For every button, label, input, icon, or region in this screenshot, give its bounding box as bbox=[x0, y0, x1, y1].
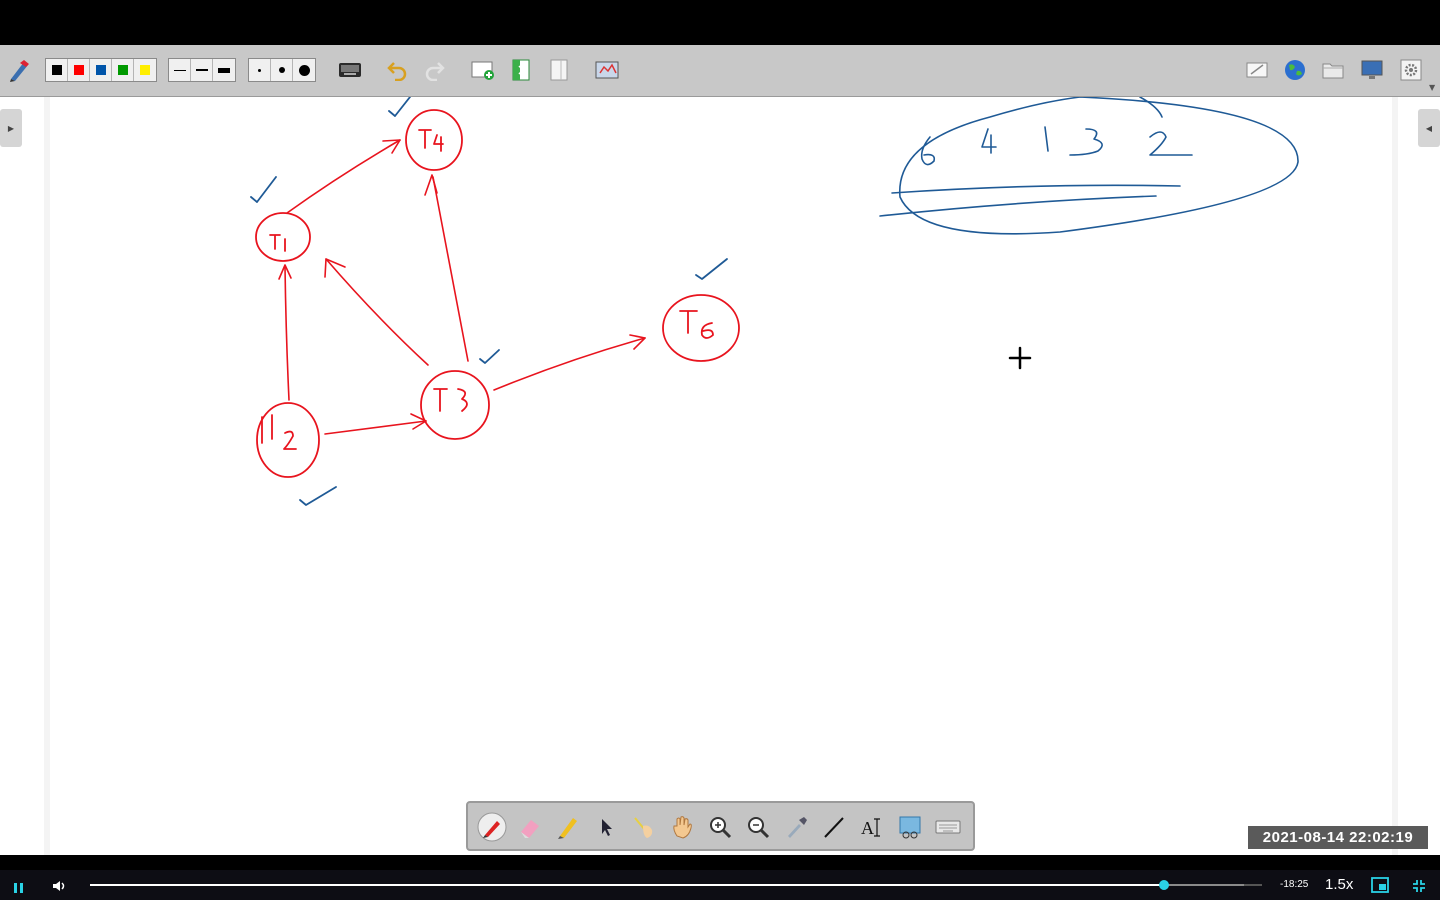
toolbar-more-caret-icon[interactable]: ▼ bbox=[1429, 83, 1435, 92]
globe-icon[interactable] bbox=[1280, 55, 1310, 85]
page-icon[interactable] bbox=[506, 55, 536, 85]
order-loop bbox=[899, 97, 1299, 235]
whiteboard-canvas[interactable]: ▶ ◀ bbox=[0, 97, 1440, 855]
played-range bbox=[90, 884, 1164, 886]
node-T6 bbox=[662, 294, 740, 362]
exit-fullscreen-icon bbox=[1413, 880, 1425, 892]
color-swatch-green[interactable] bbox=[112, 59, 134, 81]
highlighter-icon[interactable] bbox=[553, 812, 583, 842]
color-picker-icon[interactable] bbox=[781, 812, 811, 842]
dot-size-medium[interactable] bbox=[271, 59, 293, 81]
line-width-thin[interactable] bbox=[169, 59, 191, 81]
node-T2 bbox=[256, 402, 320, 478]
digit-4 bbox=[981, 128, 997, 154]
whiteboard-icon[interactable] bbox=[1242, 55, 1272, 85]
screen-icon[interactable] bbox=[1357, 55, 1387, 85]
edge-T3-T1 bbox=[325, 258, 429, 366]
check-T1 bbox=[250, 176, 277, 203]
line-width-thick[interactable] bbox=[213, 59, 235, 81]
keyboard-icon[interactable] bbox=[933, 812, 963, 842]
pause-icon bbox=[14, 883, 23, 893]
buffered-range bbox=[1163, 884, 1245, 886]
volume-icon bbox=[53, 881, 65, 891]
time-remaining: -18:25 bbox=[1280, 879, 1309, 890]
pen-icon[interactable] bbox=[477, 812, 507, 842]
digit-1 bbox=[1044, 126, 1049, 152]
color-palette bbox=[45, 58, 157, 82]
color-swatch-yellow[interactable] bbox=[134, 59, 156, 81]
line-icon[interactable] bbox=[819, 812, 849, 842]
screenshot-icon[interactable] bbox=[592, 55, 622, 85]
picture-in-picture-button[interactable] bbox=[1371, 877, 1389, 897]
pen-settings-icon[interactable] bbox=[4, 55, 34, 85]
playback-speed-button[interactable]: 1.5x bbox=[1325, 876, 1353, 893]
edge-T3-T4 bbox=[432, 176, 469, 362]
exit-fullscreen-button[interactable] bbox=[1412, 878, 1426, 897]
edge-T1-T4 bbox=[286, 139, 401, 214]
check-marks bbox=[250, 97, 728, 506]
zoom-out-icon[interactable] bbox=[743, 812, 773, 842]
check-T6 bbox=[695, 258, 728, 280]
recording-timestamp: 2021-08-14 22:02:19 bbox=[1248, 826, 1428, 849]
settings-icon[interactable] bbox=[1396, 55, 1426, 85]
check-T4 bbox=[388, 97, 411, 117]
dot-size-large[interactable] bbox=[293, 59, 315, 81]
digit-3 bbox=[1069, 128, 1103, 156]
digit-2 bbox=[1149, 131, 1193, 156]
edge-T2-T3 bbox=[324, 420, 427, 435]
pause-button[interactable] bbox=[13, 879, 25, 898]
color-swatch-blue[interactable] bbox=[90, 59, 112, 81]
underline-1 bbox=[891, 184, 1181, 194]
color-swatch-black[interactable] bbox=[46, 59, 68, 81]
whiteboard-toolbar: ▼ bbox=[0, 45, 1440, 97]
line-width-medium[interactable] bbox=[191, 59, 213, 81]
new-page-icon[interactable] bbox=[468, 55, 498, 85]
edge-T2-T1 bbox=[284, 266, 290, 401]
laser-pointer-icon[interactable] bbox=[629, 812, 659, 842]
screen-capture-icon[interactable] bbox=[895, 812, 925, 842]
redo-icon[interactable] bbox=[420, 55, 450, 85]
blank-page-icon[interactable] bbox=[544, 55, 574, 85]
volume-button[interactable] bbox=[52, 878, 68, 897]
video-player-controls: -18:25 1.5x bbox=[0, 870, 1440, 900]
line-width-selector bbox=[168, 58, 236, 82]
node-T1 bbox=[255, 212, 311, 262]
check-T3 bbox=[479, 349, 500, 364]
folder-icon[interactable] bbox=[1318, 55, 1348, 85]
underline-2 bbox=[879, 195, 1157, 217]
keyboard-icon[interactable] bbox=[335, 55, 365, 85]
svg-text:A: A bbox=[861, 818, 874, 838]
crosshair-cursor-icon bbox=[1008, 346, 1032, 370]
dot-size-selector bbox=[248, 58, 316, 82]
text-icon[interactable]: A bbox=[857, 812, 887, 842]
check-T2 bbox=[299, 486, 337, 506]
seek-thumb[interactable] bbox=[1158, 880, 1169, 890]
ink-layer bbox=[250, 97, 1299, 506]
edge-T3-T6 bbox=[493, 337, 646, 391]
seek-bar[interactable] bbox=[90, 880, 1262, 890]
topological-order-note bbox=[879, 97, 1299, 235]
undo-icon[interactable] bbox=[382, 55, 412, 85]
color-swatch-red[interactable] bbox=[68, 59, 90, 81]
picture-in-picture-icon bbox=[1371, 877, 1389, 893]
window-top-bar bbox=[0, 0, 1440, 45]
node-T4 bbox=[405, 109, 463, 171]
node-T3 bbox=[420, 370, 490, 440]
select-arrow-icon[interactable] bbox=[591, 812, 621, 842]
eraser-icon[interactable] bbox=[515, 812, 545, 842]
dot-size-small[interactable] bbox=[249, 59, 271, 81]
drawing-tools-bar: A bbox=[466, 801, 975, 851]
hand-pan-icon[interactable] bbox=[667, 812, 697, 842]
zoom-in-icon[interactable] bbox=[705, 812, 735, 842]
